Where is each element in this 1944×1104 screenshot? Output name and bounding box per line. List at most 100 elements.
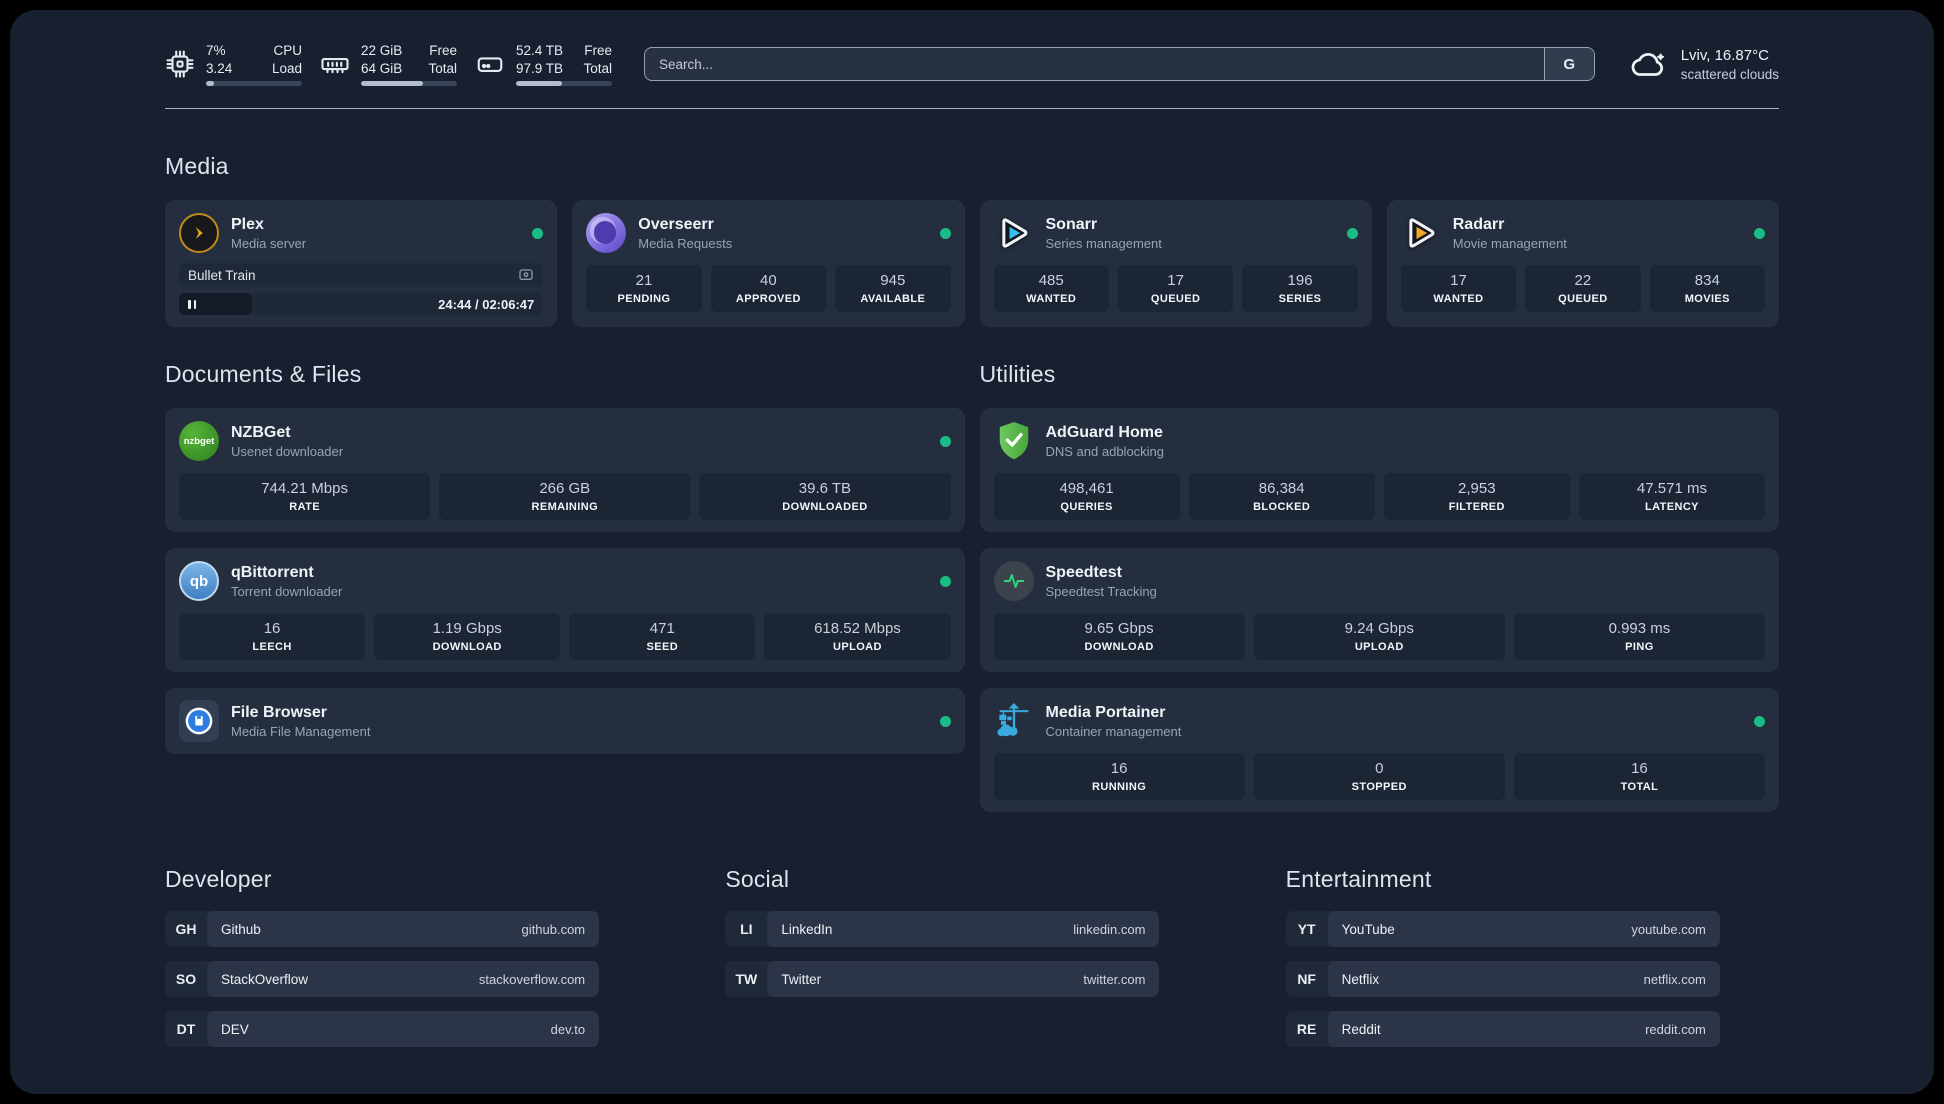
bookmark-abbr: RE: [1296, 1021, 1317, 1037]
app-card-plex[interactable]: Plex Media server Bullet Train 24:44 / 0…: [165, 200, 558, 327]
dashboard-panel: 7% 3.24 CPU Load 22 GiB 64 GiB Free Tota…: [10, 10, 1934, 1094]
stat-box: 471 SEED: [569, 613, 756, 660]
app-title: Overseerr: [638, 215, 714, 233]
cpu-label: CPU: [273, 43, 302, 59]
bookmark-linkedin[interactable]: LI LinkedIn linkedin.com: [725, 911, 1160, 947]
stat-box: 485 WANTED: [993, 265, 1109, 312]
app-title: AdGuard Home: [1045, 423, 1163, 441]
stat-box: 39.6 TB DOWNLOADED: [699, 473, 951, 520]
bookmark-url: twitter.com: [1083, 971, 1146, 987]
app-description: Media server: [231, 236, 307, 252]
app-title: Media Portainer: [1045, 703, 1166, 721]
bookmark-abbr: GH: [175, 921, 197, 937]
bookmark-name: Netflix: [1341, 971, 1380, 987]
app-card-portainer[interactable]: Media Portainer Container management 16 …: [979, 688, 1779, 812]
bookmark-netflix[interactable]: NF Netflix netflix.com: [1285, 961, 1720, 997]
search-engine-button[interactable]: G: [1543, 48, 1594, 80]
bookmark-abbr: SO: [175, 971, 197, 987]
pause-button[interactable]: [188, 299, 196, 309]
bookmark-name: StackOverflow: [221, 971, 309, 987]
app-card-sonarr[interactable]: Sonarr Series management 485 WANTED 17 Q…: [979, 200, 1372, 327]
speedtest-pulse-icon: [993, 561, 1034, 601]
playback-progress-bar[interactable]: 24:44 / 02:06:47: [179, 293, 544, 315]
app-card-nzbget[interactable]: nzbget NZBGet Usenet downloader 744.21 M…: [165, 408, 965, 532]
entertainment-column: Entertainment YT YouTube youtube.com NF N…: [1285, 866, 1779, 1061]
cloud-icon: [1627, 46, 1669, 82]
stat-box: 834 MOVIES: [1649, 265, 1766, 312]
section-title-media: Media: [165, 153, 229, 179]
bookmark-twitter[interactable]: TW Twitter twitter.com: [725, 961, 1160, 997]
stat-box: 22 QUEUED: [1525, 265, 1641, 312]
screen-cast-icon[interactable]: [518, 267, 534, 283]
disk-progress-fill: [516, 80, 563, 86]
stat-box: 498,461 QUERIES: [993, 473, 1180, 520]
qbittorrent-icon: qb: [179, 561, 219, 601]
app-card-qbittorrent[interactable]: qb qBittorrent Torrent downloader 16 LEE…: [165, 548, 965, 672]
playback-time: 24:44 / 02:06:47: [438, 296, 535, 312]
bookmark-name: Github: [221, 921, 261, 937]
app-description: Media File Management: [231, 724, 371, 740]
bookmark-name: Reddit: [1341, 1021, 1381, 1037]
app-card-filebrowser[interactable]: File Browser Media File Management: [165, 688, 965, 754]
status-dot-online: [939, 435, 951, 447]
app-card-speedtest[interactable]: Speedtest Speedtest Tracking 9.65 Gbps D…: [979, 548, 1779, 672]
bookmark-youtube[interactable]: YT YouTube youtube.com: [1285, 911, 1720, 947]
app-description: DNS and adblocking: [1045, 444, 1165, 460]
app-description: Container management: [1045, 724, 1182, 740]
ram-stat: 22 GiB 64 GiB Free Total: [320, 42, 457, 86]
bookmark-dev[interactable]: DT DEV dev.to: [165, 1011, 600, 1047]
app-title: Sonarr: [1045, 215, 1098, 233]
utilities-column: AdGuard Home DNS and adblocking 498,461 …: [979, 408, 1779, 812]
nzbget-icon: nzbget: [179, 421, 219, 461]
section-title-social: Social: [725, 866, 790, 892]
stat-box: 618.52 Mbps UPLOAD: [764, 613, 951, 660]
app-title: File Browser: [231, 703, 328, 721]
stat-box: 17 WANTED: [1400, 265, 1517, 312]
stat-box: 40 APPROVED: [710, 265, 827, 312]
bookmark-url: github.com: [521, 921, 586, 937]
status-dot-online: [939, 715, 951, 727]
stat-box: 21 PENDING: [586, 265, 702, 312]
playback-progress-fill: [179, 293, 252, 315]
stat-box: 744.21 Mbps RATE: [179, 473, 431, 520]
app-title: Plex: [231, 215, 264, 233]
stat-box: 2,953 FILTERED: [1383, 473, 1570, 520]
disk-total-label: Total: [583, 60, 612, 76]
app-card-radarr[interactable]: Radarr Movie management 17 WANTED 22 QUE…: [1386, 200, 1779, 327]
stat-box: 0.993 ms PING: [1513, 613, 1766, 660]
search-input[interactable]: [645, 48, 1544, 80]
section-title-developer: Developer: [165, 866, 272, 892]
stat-box: 9.65 Gbps DOWNLOAD: [993, 613, 1245, 660]
stat-box: 16 RUNNING: [993, 753, 1245, 800]
cpu-progress-bar: [206, 80, 302, 86]
bookmark-stackoverflow[interactable]: SO StackOverflow stackoverflow.com: [165, 961, 600, 997]
radarr-icon: [1401, 213, 1441, 253]
section-title-utilities: Utilities: [979, 361, 1056, 387]
status-dot-online: [1754, 715, 1765, 727]
stat-box: 47.571 ms LATENCY: [1578, 473, 1765, 520]
disk-free-label: Free: [584, 43, 612, 59]
weather-widget: Lviv, 16.87°C scattered clouds: [1627, 46, 1779, 82]
ram-memory-icon: [320, 49, 350, 79]
developer-column: Developer GH Github github.com SO StackOv…: [165, 866, 658, 1061]
ram-free-label: Free: [429, 43, 457, 59]
bookmark-reddit[interactable]: RE Reddit reddit.com: [1285, 1011, 1720, 1047]
stat-box: 266 GB REMAINING: [439, 473, 691, 520]
portainer-crane-icon: [994, 701, 1034, 741]
bookmark-github[interactable]: GH Github github.com: [165, 911, 600, 947]
app-description: Media Requests: [638, 236, 733, 252]
bookmark-abbr: LI: [740, 921, 753, 937]
ram-progress-bar: [361, 80, 457, 86]
bookmark-url: reddit.com: [1645, 1021, 1706, 1037]
stat-box: 196 SERIES: [1242, 265, 1358, 312]
bookmark-abbr: TW: [735, 971, 758, 987]
bookmark-abbr: DT: [176, 1021, 196, 1037]
status-dot-online: [532, 227, 544, 239]
app-description: Series management: [1045, 236, 1162, 252]
app-card-adguard[interactable]: AdGuard Home DNS and adblocking 498,461 …: [979, 408, 1779, 532]
search-bar[interactable]: G: [644, 47, 1595, 81]
stat-box: 0 STOPPED: [1253, 753, 1505, 800]
cpu-load-value: 3.24: [206, 60, 233, 76]
section-title-entertainment: Entertainment: [1285, 866, 1432, 892]
app-card-overseerr[interactable]: Overseerr Media Requests 21 PENDING 40 A…: [572, 200, 965, 327]
